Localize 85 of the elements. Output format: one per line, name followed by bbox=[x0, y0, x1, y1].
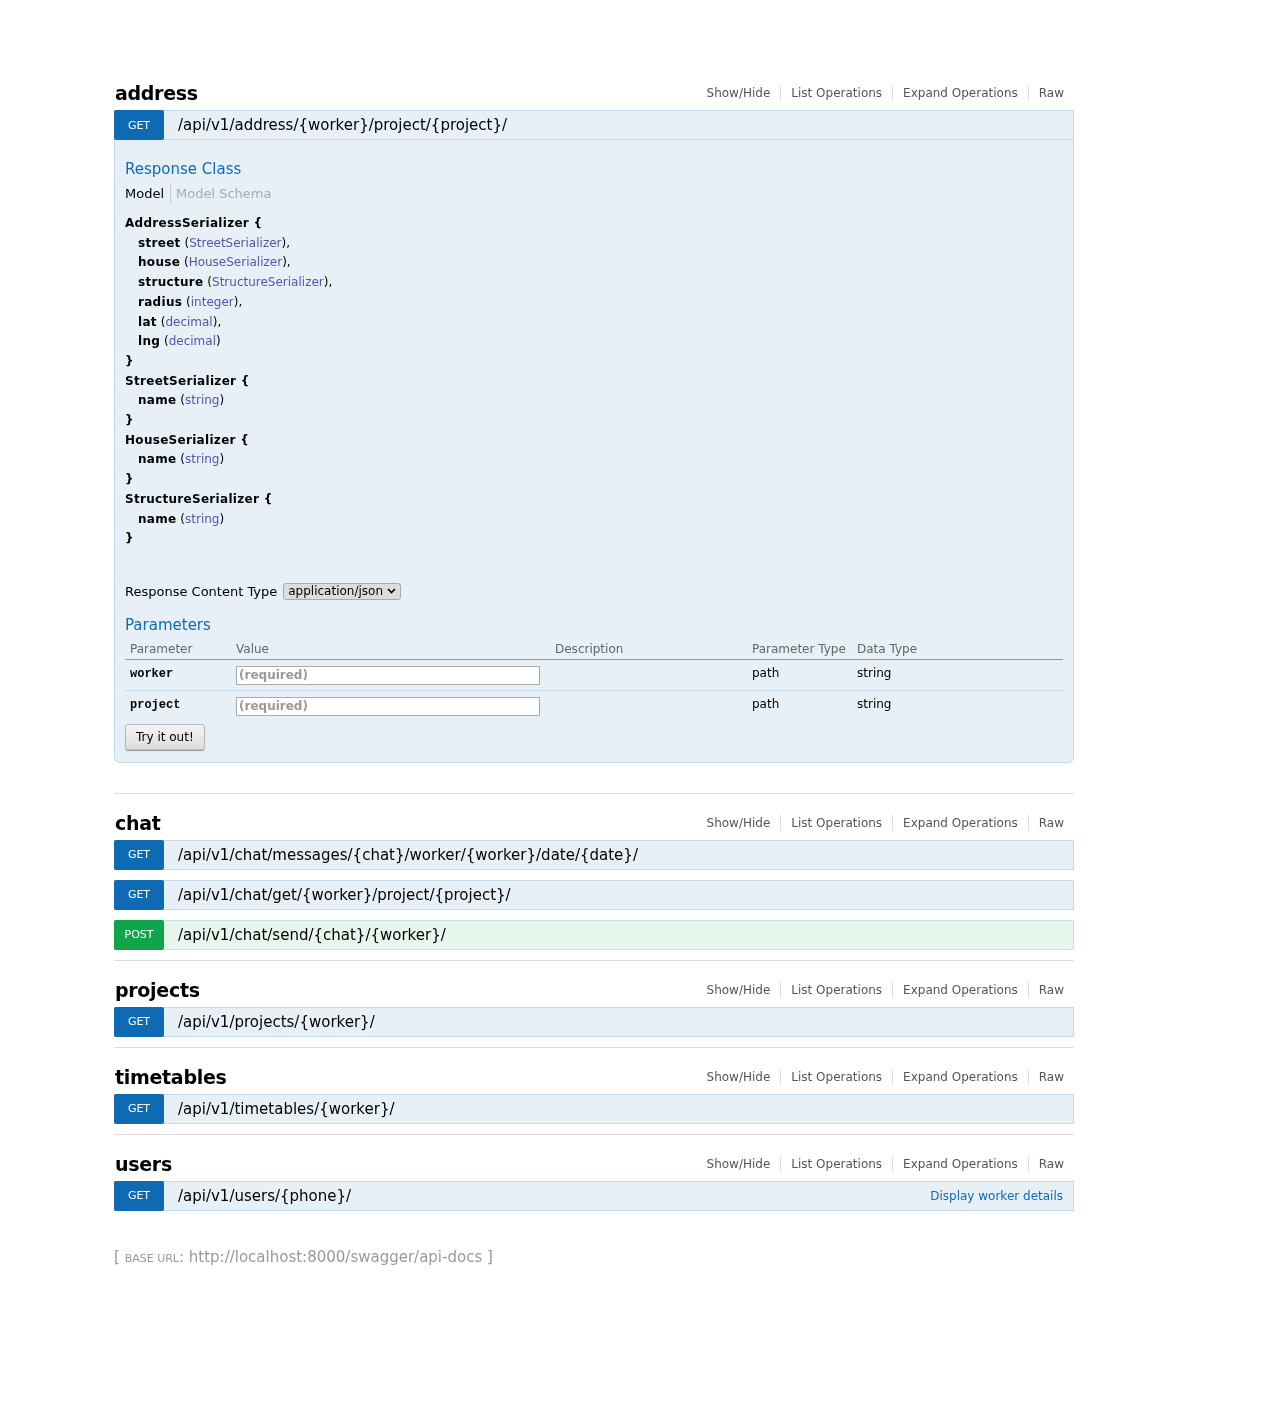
parameter-input[interactable]: (required) bbox=[236, 665, 540, 685]
model-tab[interactable]: Model bbox=[125, 184, 172, 204]
resource-action-link[interactable]: List Operations bbox=[781, 85, 894, 101]
resource-action-link[interactable]: Raw bbox=[1028, 814, 1074, 831]
method-badge: POST bbox=[114, 919, 164, 950]
model-header: HouseSerializer { bbox=[125, 431, 251, 449]
method-badge: GET bbox=[114, 1180, 164, 1211]
operation-path: /api/v1/chat/send/{chat}/{worker}/ bbox=[178, 925, 447, 944]
column-header: Description bbox=[550, 641, 747, 660]
operation-path: /api/v1/address/{worker}/project/{project}/ bbox=[178, 116, 509, 134]
data-type: string bbox=[857, 665, 892, 680]
resource-action-link[interactable]: Expand Operations bbox=[893, 814, 1029, 831]
parameter-name: project bbox=[130, 697, 181, 712]
operation-path: /api/v1/chat/get/{worker}/project/{project}/ bbox=[178, 885, 512, 904]
model-field: radius (integer), bbox=[125, 292, 1063, 313]
resource-action-link[interactable]: Show/Hide bbox=[696, 814, 782, 831]
resource-action-link[interactable]: Raw bbox=[1028, 981, 1074, 998]
parameter-name: worker bbox=[130, 666, 174, 681]
model-field: name (string) bbox=[125, 509, 1063, 530]
operation-bar[interactable]: GET /api/v1/users/{phone}/ Display worker details bbox=[114, 1180, 1074, 1211]
model-field: lat (decimal), bbox=[125, 312, 1063, 333]
parameters-title: Parameters bbox=[125, 615, 212, 634]
resource-action-link[interactable]: Expand Operations bbox=[893, 85, 1029, 101]
resource-action-link[interactable]: Show/Hide bbox=[696, 85, 782, 101]
method-badge: GET bbox=[114, 1093, 164, 1124]
data-type: string bbox=[857, 696, 892, 711]
method-badge: GET bbox=[114, 839, 164, 870]
resource-action-link[interactable]: Raw bbox=[1028, 1155, 1074, 1172]
resource-title[interactable]: chat bbox=[115, 811, 161, 834]
method-badge: GET bbox=[114, 879, 164, 910]
parameter-type: path bbox=[752, 696, 780, 711]
operation-bar[interactable]: GET /api/v1/projects/{worker}/ bbox=[114, 1006, 1074, 1037]
resource-action-link[interactable]: Raw bbox=[1028, 1068, 1074, 1085]
method-badge: GET bbox=[114, 110, 164, 140]
resource-action-link[interactable]: Raw bbox=[1028, 85, 1074, 101]
resource-action-link[interactable]: Show/Hide bbox=[696, 1155, 782, 1172]
column-header: Data Type bbox=[852, 641, 1063, 660]
parameter-type: path bbox=[752, 665, 780, 680]
column-header: Parameter bbox=[125, 641, 231, 660]
content-type-label: Response Content Type bbox=[125, 583, 278, 599]
resource-action-link[interactable]: Expand Operations bbox=[893, 1155, 1029, 1172]
operation-bar[interactable]: GET /api/v1/timetables/{worker}/ bbox=[114, 1093, 1074, 1124]
closing-brace: } bbox=[125, 412, 135, 430]
closing-brace: } bbox=[125, 352, 135, 370]
response-class-title: Response Class bbox=[125, 160, 243, 178]
model-field: house (HouseSerializer), bbox=[125, 253, 1063, 274]
resource-action-link[interactable]: List Operations bbox=[781, 1155, 894, 1172]
operation-path: /api/v1/timetables/{worker}/ bbox=[178, 1099, 396, 1118]
column-header: Parameter Type bbox=[747, 641, 852, 660]
chevron-icon bbox=[387, 588, 397, 595]
try-it-out-button[interactable]: Try it out! bbox=[125, 723, 205, 750]
content-type-select[interactable]: application/json bbox=[283, 582, 402, 600]
resource-action-link[interactable]: Expand Operations bbox=[893, 1068, 1029, 1085]
operation-bar[interactable]: GET /api/v1/chat/get/{worker}/project/{project}/ bbox=[114, 879, 1074, 910]
resource-action-link[interactable]: Show/Hide bbox=[696, 1068, 782, 1085]
model-field: name (string) bbox=[125, 391, 1063, 412]
parameter-input[interactable]: (required) bbox=[236, 696, 540, 716]
operation-bar[interactable]: GET /api/v1/chat/messages/{chat}/worker/{worker}/date/{date}/ bbox=[114, 839, 1074, 870]
resource-action-link[interactable]: Show/Hide bbox=[696, 981, 782, 998]
method-badge: GET bbox=[114, 1006, 164, 1037]
model-field: name (string) bbox=[125, 450, 1063, 471]
operation-path: /api/v1/projects/{worker}/ bbox=[178, 1012, 376, 1031]
model-field: street (StreetSerializer), bbox=[125, 233, 1063, 254]
column-header: Value bbox=[231, 641, 550, 660]
resource-title[interactable]: users bbox=[115, 1152, 172, 1175]
resource-title[interactable]: projects bbox=[115, 978, 200, 1001]
resource-action-link[interactable]: List Operations bbox=[781, 814, 894, 831]
resource-action-link[interactable]: List Operations bbox=[781, 981, 894, 998]
operation-bar[interactable]: GET /api/v1/address/{worker}/project/{project}/ bbox=[114, 110, 1074, 140]
base-url-text: [ BASE URL: http://localhost:8000/swagger/api-docs ] bbox=[114, 1247, 494, 1266]
model-header: StructureSerializer { bbox=[125, 490, 274, 508]
resource-title[interactable]: timetables bbox=[115, 1065, 227, 1088]
model-header: AddressSerializer { bbox=[125, 215, 264, 232]
model-field: structure (StructureSerializer), bbox=[125, 273, 1063, 293]
operation-path: /api/v1/chat/messages/{chat}/worker/{worker}/date/{date}/ bbox=[178, 845, 639, 864]
resource-title[interactable]: address bbox=[115, 82, 198, 104]
closing-brace: } bbox=[125, 530, 135, 548]
closing-brace: } bbox=[125, 471, 135, 489]
resource-action-link[interactable]: Expand Operations bbox=[893, 981, 1029, 998]
operation-summary: Display worker details bbox=[930, 1188, 1063, 1203]
resource-action-link[interactable]: List Operations bbox=[781, 1068, 894, 1085]
operation-path: /api/v1/users/{phone}/ bbox=[178, 1186, 353, 1205]
operation-bar[interactable]: POST /api/v1/chat/send/{chat}/{worker}/ bbox=[114, 919, 1074, 950]
model-header: StreetSerializer { bbox=[125, 372, 251, 390]
model-field: lng (decimal) bbox=[125, 332, 1063, 352]
